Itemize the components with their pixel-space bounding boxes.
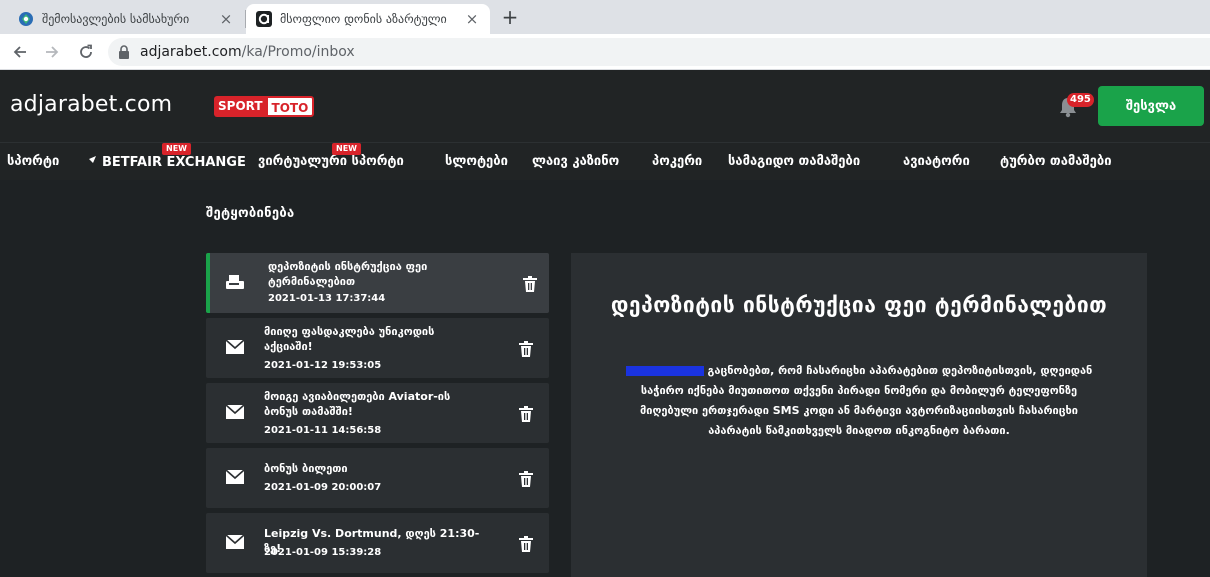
terminal-icon [226,275,244,289]
nav-item-betfair-exchange[interactable]: NEW BETFAIR EXCHANGE [84,143,246,170]
message-date: 2021-01-09 20:00:07 [264,482,382,493]
nav-item-label: პოკერი [652,154,703,169]
close-tab-icon[interactable]: × [464,10,480,28]
nav-item-label: ტურბო თამაშები [1000,154,1112,169]
sporttoto-toto-text: TOTO [265,96,315,117]
message-title: ბონუს ბილეთი [264,462,348,475]
envelope-icon [226,535,244,549]
forward-arrow-icon [46,46,59,58]
nav-item-label: ავიატორი [903,154,970,169]
main-navigation: სპორტი NEW BETFAIR EXCHANGE NEW ვირტუალუ… [0,142,1210,180]
login-button[interactable]: შესვლა [1098,86,1204,126]
envelope-icon [226,340,244,354]
tab-title: მსოფლიო დონის აზარტული [280,12,447,26]
redacted-name [625,366,704,376]
nav-item-label: სპორტი [7,154,60,169]
message-date: 2021-01-09 15:39:28 [264,547,382,558]
browser-tab-revenue-service[interactable]: შემოსავლების სამსახური × [8,4,244,34]
url-host: adjarabet.com [140,44,242,60]
nav-item-aviator[interactable]: ავიატორი [903,154,970,169]
message-date: 2021-01-13 17:37:44 [268,293,386,304]
new-badge: NEW [332,143,361,155]
message-title: მიიღე ფასდაკლება უნიკოდის აქციაში! [264,325,435,353]
url-path: /ka/Promo/inbox [241,44,355,60]
browser-toolbar: adjarabet.com/ka/Promo/inbox [0,34,1210,70]
nav-item-poker[interactable]: პოკერი [652,154,702,169]
reload-icon [80,44,92,58]
nav-item-label: სამაგიდო თამაშები [728,154,861,169]
trash-icon[interactable] [519,341,533,357]
nav-item-live-casino[interactable]: ლაივ კაზინო [532,154,619,169]
nav-item-label: ლაივ კაზინო [532,154,620,169]
message-item[interactable]: ბონუს ბილეთი 2021-01-09 20:00:07 [206,448,549,508]
new-tab-button[interactable]: + [498,6,522,30]
new-badge: NEW [162,143,191,155]
message-detail-panel: დეპოზიტის ინსტრუქცია ფეი ტერმინალებით გა… [571,253,1147,577]
adjarabet-logo[interactable]: adjarabet.com [10,92,172,117]
message-detail-title: დეპოზიტის ინსტრუქცია ფეი ტერმინალებით [610,293,1108,317]
message-item[interactable]: Leipzig Vs. Dortmund, დღეს 21:30-ზე! 202… [206,513,549,573]
nav-item-label: ვირტუალური სპორტი [258,154,404,169]
lock-icon [119,45,129,59]
message-item[interactable]: მოიგე ავიაბილეთები Aviator-ის ბონუს თამა… [206,383,549,443]
message-date: 2021-01-12 19:53:05 [264,360,382,371]
forward-button[interactable] [40,40,64,64]
nav-item-label: სლოტები [445,154,508,169]
nav-item-turbo-games[interactable]: ტურბო თამაშები [1000,154,1112,169]
tab-title: შემოსავლების სამსახური [42,12,190,26]
close-tab-icon[interactable]: × [218,10,234,28]
nav-item-table-games[interactable]: სამაგიდო თამაშები [728,154,860,169]
adjarabet-favicon-icon [256,11,272,27]
message-title: დეპოზიტის ინსტრუქცია ფეი ტერმინალებით [268,260,428,288]
reload-button[interactable] [74,40,98,64]
notification-count-badge: 495 [1067,93,1094,107]
trash-icon[interactable] [519,406,533,422]
site-header: adjarabet.com SPORT TOTO 495 შესვლა [0,70,1210,142]
nav-item-slots[interactable]: სლოტები [445,154,508,169]
back-button[interactable] [8,40,32,64]
message-item[interactable]: დეპოზიტის ინსტრუქცია ფეი ტერმინალებით 20… [206,253,549,313]
message-detail-text: გაცნობებთ, რომ ჩასარიცხი აპარატებით დეპო… [640,364,1093,437]
message-detail-body: გაცნობებთ, რომ ჩასარიცხი აპარატებით დეპო… [615,361,1103,441]
sporttoto-sport-text: SPORT [214,96,266,117]
trash-icon[interactable] [519,536,533,552]
message-title: მოიგე ავიაბილეთები Aviator-ის ბონუს თამა… [264,390,451,418]
nav-item-sports[interactable]: სპორტი [7,154,59,169]
trash-icon[interactable] [519,471,533,487]
betfair-arrows-icon [86,156,96,166]
page-title: შეტყობინება [206,206,295,221]
sporttoto-logo[interactable]: SPORT TOTO [214,96,315,117]
back-arrow-icon [13,46,26,58]
nav-item-label: BETFAIR EXCHANGE [102,155,246,170]
message-item[interactable]: მიიღე ფასდაკლება უნიკოდის აქციაში! 2021-… [206,318,549,378]
browser-tab-adjarabet[interactable]: მსოფლიო დონის აზარტული × [246,4,490,34]
browser-tab-bar: შემოსავლების სამსახური × მსოფლიო დონის ა… [0,0,1210,34]
address-bar[interactable]: adjarabet.com/ka/Promo/inbox [108,38,1210,66]
message-date: 2021-01-11 14:56:58 [264,425,382,436]
revenue-service-favicon-icon [19,12,33,26]
url-text: adjarabet.com/ka/Promo/inbox [140,44,355,60]
envelope-icon [226,405,244,419]
envelope-icon [226,470,244,484]
trash-icon[interactable] [523,276,537,292]
nav-item-virtual-sports[interactable]: NEW ვირტუალური სპორტი [258,143,404,169]
